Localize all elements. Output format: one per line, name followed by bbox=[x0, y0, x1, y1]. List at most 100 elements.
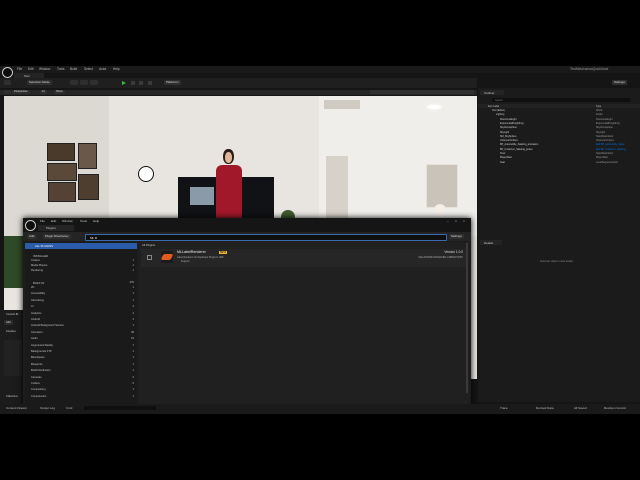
category-count: 19 bbox=[131, 337, 134, 341]
play-options-icon[interactable] bbox=[131, 81, 135, 85]
category-count: 4 bbox=[132, 318, 134, 321]
perspective-button[interactable]: Perspective bbox=[12, 90, 30, 94]
pw-menu-window[interactable]: Window bbox=[62, 219, 73, 223]
mode-selector[interactable]: Selection Mode bbox=[27, 80, 52, 85]
unreal-logo-icon[interactable] bbox=[2, 67, 13, 78]
category-name: Codecs bbox=[31, 259, 40, 262]
close-icon[interactable]: × bbox=[463, 219, 465, 223]
builtin-count: 470 bbox=[129, 280, 134, 284]
pw-menu-edit[interactable]: Edit bbox=[51, 219, 56, 223]
plugin-results: All Plugins MLLabelRenderer BETA Label R… bbox=[139, 242, 469, 406]
category-name: Build Distribution bbox=[31, 369, 51, 373]
plugin-directories-button[interactable]: Plugin Directories bbox=[43, 234, 71, 239]
installed-header[interactable]: INSTALLED bbox=[25, 253, 137, 258]
plugin-support[interactable]: Support bbox=[181, 260, 189, 263]
blueprint-button[interactable] bbox=[80, 80, 88, 85]
results-scrollbar[interactable] bbox=[466, 243, 468, 393]
category-count: 2 bbox=[132, 375, 134, 379]
menu-actor[interactable]: Actor bbox=[99, 67, 106, 71]
maximize-icon[interactable]: □ bbox=[455, 219, 457, 223]
revision-control-button[interactable]: Revision Control bbox=[604, 406, 626, 410]
category-count: 6 bbox=[132, 382, 134, 385]
add-actor-button[interactable] bbox=[70, 80, 78, 85]
plugins-tab-label: Plugins bbox=[46, 226, 56, 230]
plugin-version: Version 1.0.0 bbox=[444, 250, 463, 254]
category-count: 1 bbox=[132, 369, 134, 373]
menu-select[interactable]: Select bbox=[84, 67, 93, 71]
category-name: Advertising bbox=[31, 298, 44, 302]
save-button[interactable] bbox=[4, 80, 11, 85]
all-saved-label[interactable]: All Saved bbox=[574, 406, 587, 410]
menu-tools[interactable]: Tools bbox=[57, 67, 64, 71]
details-tab[interactable]: Details bbox=[480, 240, 502, 245]
output-log-button[interactable]: Output Log bbox=[40, 406, 55, 410]
plugins-settings-button[interactable]: Settings bbox=[449, 234, 464, 239]
category-name: 2D bbox=[31, 286, 35, 289]
lit-button[interactable]: Lit bbox=[40, 90, 47, 94]
play-icon[interactable] bbox=[122, 81, 126, 85]
platforms-label: Platforms bbox=[166, 80, 179, 84]
col-type-label[interactable]: Type bbox=[596, 105, 601, 108]
category-name: Accessibility bbox=[31, 292, 46, 296]
minimize-icon[interactable]: – bbox=[447, 219, 449, 223]
viewport-options-button[interactable] bbox=[4, 90, 11, 94]
pause-icon[interactable] bbox=[139, 81, 143, 85]
plugin-beta-badge: BETA bbox=[219, 250, 228, 254]
outliner-search-placeholder: Search... bbox=[495, 98, 505, 102]
builtin-header[interactable]: BUILT-IN 470 bbox=[25, 280, 137, 285]
outliner-tab[interactable]: Outliner bbox=[480, 90, 504, 95]
collections-label[interactable]: Collections bbox=[6, 395, 18, 398]
outliner-row-name: Seat bbox=[500, 160, 505, 164]
category-row[interactable]: Rendering 1 bbox=[25, 269, 137, 274]
col-item-label[interactable]: Item Label bbox=[488, 105, 499, 108]
menu-help[interactable]: Help bbox=[113, 67, 120, 71]
cinematics-button[interactable] bbox=[90, 80, 98, 85]
outliner-row-type: VolumetricCloud bbox=[596, 139, 614, 143]
plugin-logo-mark bbox=[160, 254, 174, 260]
favorites-label[interactable]: Favorites bbox=[6, 330, 16, 333]
outliner-row[interactable]: Seat LevelSequenceActor bbox=[478, 161, 640, 165]
plugins-add-button[interactable]: Add bbox=[27, 234, 37, 239]
menu-build[interactable]: Build bbox=[70, 67, 77, 71]
menu-edit[interactable]: Edit bbox=[28, 67, 34, 71]
plugin-card[interactable]: MLLabelRenderer BETA Label Renderer for … bbox=[141, 249, 467, 267]
menu-window[interactable]: Window bbox=[39, 67, 50, 71]
project-name: TestMetahumanQuickSand bbox=[570, 67, 609, 71]
plugins-title-bar: File Edit Window Tools Help Plugins – □ … bbox=[23, 218, 471, 232]
platforms-button[interactable]: Platforms bbox=[164, 80, 181, 85]
wall-mirror bbox=[426, 164, 458, 208]
trace-button[interactable]: Trace bbox=[500, 406, 508, 410]
photo-frame-1 bbox=[47, 143, 75, 161]
outliner-row-type: Edit BP_Automobile_Saleti bbox=[596, 143, 625, 147]
derived-data-button[interactable]: Derived Data bbox=[536, 406, 554, 410]
outliner-search[interactable]: Search... bbox=[492, 98, 630, 102]
menu-file[interactable]: File bbox=[17, 67, 22, 71]
plugin-search-input[interactable]: ML R bbox=[85, 234, 447, 241]
transform-tools[interactable] bbox=[370, 90, 474, 94]
plugin-vendor[interactable]: MALAKSHMI ADVANCED LABORATORY bbox=[419, 256, 463, 259]
content-browser-strip: Content Br... Add Favorites Collections bbox=[0, 310, 23, 404]
pw-menu-tools[interactable]: Tools bbox=[80, 219, 87, 223]
show-button[interactable]: Show bbox=[54, 90, 65, 94]
console-input[interactable] bbox=[84, 406, 156, 410]
pw-menu-help[interactable]: Help bbox=[93, 219, 99, 223]
content-drawer-button[interactable]: Content Drawer bbox=[6, 406, 27, 410]
content-add-button[interactable]: Add bbox=[4, 320, 13, 325]
outliner-row-name: DirectionalLight bbox=[500, 117, 517, 121]
category-count: 4 bbox=[132, 305, 134, 309]
all-plugins-row[interactable]: ALL PLUGINS bbox=[25, 243, 137, 249]
plugin-enabled-checkbox[interactable] bbox=[147, 255, 152, 260]
pw-menu-file[interactable]: File bbox=[40, 219, 45, 223]
category-name: Codecs bbox=[31, 382, 40, 385]
plugins-tab[interactable]: Plugins bbox=[38, 225, 74, 231]
details-empty-text: Select an object to view details. bbox=[540, 260, 574, 263]
unreal-editor-window: File Edit Window Tools Build Select Acto… bbox=[0, 66, 640, 414]
category-row[interactable]: Compression 1 bbox=[25, 395, 137, 401]
cmd-button[interactable]: Cmd bbox=[66, 406, 72, 410]
outliner-row-name: BP_Customer_Saleting_poses bbox=[500, 147, 533, 151]
editor-settings-button[interactable]: Settings bbox=[612, 80, 627, 85]
stop-icon[interactable] bbox=[148, 81, 152, 85]
folder-tree[interactable] bbox=[4, 340, 22, 376]
status-bar: Content Drawer Output Log Cmd Trace Deri… bbox=[0, 404, 640, 414]
category-name: Cameras bbox=[31, 375, 42, 379]
